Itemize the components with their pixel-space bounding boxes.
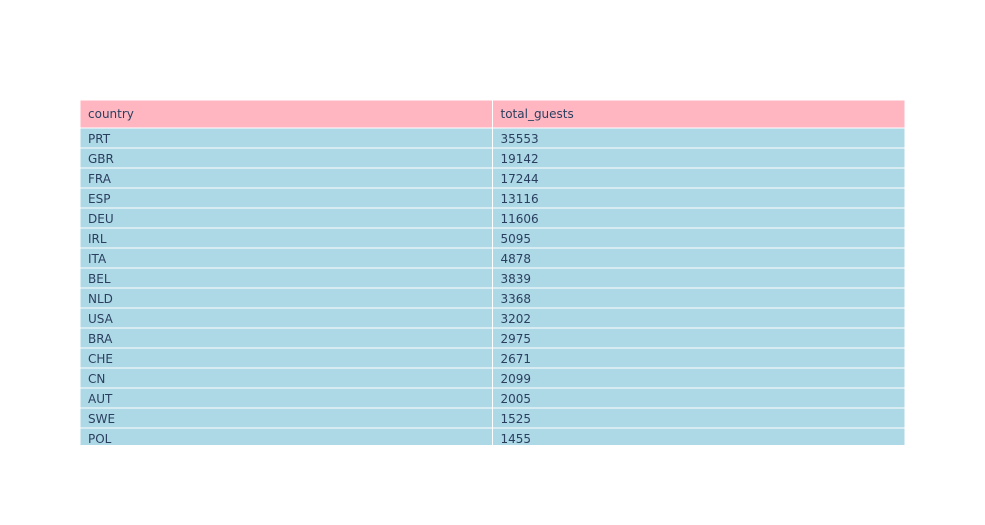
total-guests-cell: 2671	[501, 352, 532, 366]
country-cell: NLD	[88, 292, 113, 306]
total-guests-cell: 2099	[501, 372, 532, 386]
table-cell	[80, 287, 493, 309]
country-cell: DEU	[88, 212, 114, 226]
table-cell	[80, 387, 493, 409]
table-cell	[80, 427, 493, 445]
table-cell	[492, 347, 905, 369]
total-guests-cell: 35553	[501, 132, 539, 146]
table-cell	[80, 187, 493, 209]
table-cell	[492, 387, 905, 409]
country-cell: FRA	[88, 172, 112, 186]
total-guests-cell: 13116	[501, 192, 539, 206]
table-cell	[492, 167, 905, 189]
country-cell: IRL	[88, 232, 107, 246]
table-cell	[80, 147, 493, 169]
table-cell	[80, 207, 493, 229]
table-cell	[80, 407, 493, 429]
table-cell	[492, 427, 905, 445]
country-cell: POL	[88, 432, 112, 445]
total-guests-cell: 2005	[501, 392, 532, 406]
total-guests-cell: 19142	[501, 152, 539, 166]
total-guests-cell: 3202	[501, 312, 532, 326]
country-cell: SWE	[88, 412, 115, 426]
table-cell	[492, 247, 905, 269]
country-cell: GBR	[88, 152, 114, 166]
table-cell	[80, 167, 493, 189]
total-guests-cell: 3368	[501, 292, 532, 306]
table-cell	[80, 307, 493, 329]
country-cell: BEL	[88, 272, 111, 286]
table-cell	[80, 247, 493, 269]
total-guests-cell: 5095	[501, 232, 532, 246]
table-cell	[80, 367, 493, 389]
table-cell	[80, 267, 493, 289]
table-cell	[80, 327, 493, 349]
table-cell	[492, 187, 905, 209]
country-cell: BRA	[88, 332, 113, 346]
total-guests-cell: 4878	[501, 252, 532, 266]
table-cell	[80, 127, 493, 149]
table-cell	[492, 367, 905, 389]
country-cell: CHE	[88, 352, 113, 366]
table-cell	[492, 327, 905, 349]
table-cell	[492, 267, 905, 289]
table-cell	[80, 347, 493, 369]
table-cell	[492, 227, 905, 249]
country-cell: ITA	[88, 252, 107, 266]
total-guests-cell: 1525	[501, 412, 532, 426]
table-cell	[492, 147, 905, 169]
table-cell	[492, 207, 905, 229]
total-guests-cell: 17244	[501, 172, 539, 186]
country-cell: ESP	[88, 192, 110, 206]
country-cell: PRT	[88, 132, 111, 146]
total-guests-cell: 1455	[501, 432, 532, 445]
table-cell	[492, 287, 905, 309]
country-cell: USA	[88, 312, 114, 326]
country-cell: AUT	[88, 392, 113, 406]
table-cell	[80, 227, 493, 249]
total-guests-cell: 11606	[501, 212, 539, 226]
total-guests-cell: 3839	[501, 272, 532, 286]
header-label-total_guests: total_guests	[501, 107, 574, 121]
table-cell	[492, 407, 905, 429]
table-cell	[492, 307, 905, 329]
data-table: country total_guests PRT 35553 GBR 19142 FRA 17…	[80, 100, 905, 445]
header-label-country: country	[88, 107, 134, 121]
table-cell	[492, 127, 905, 149]
total-guests-cell: 2975	[501, 332, 532, 346]
table-plot-area: country total_guests PRT 35553 GBR 19142 FRA 17…	[80, 100, 905, 445]
country-cell: CN	[88, 372, 105, 386]
header-cell-country	[80, 100, 493, 129]
